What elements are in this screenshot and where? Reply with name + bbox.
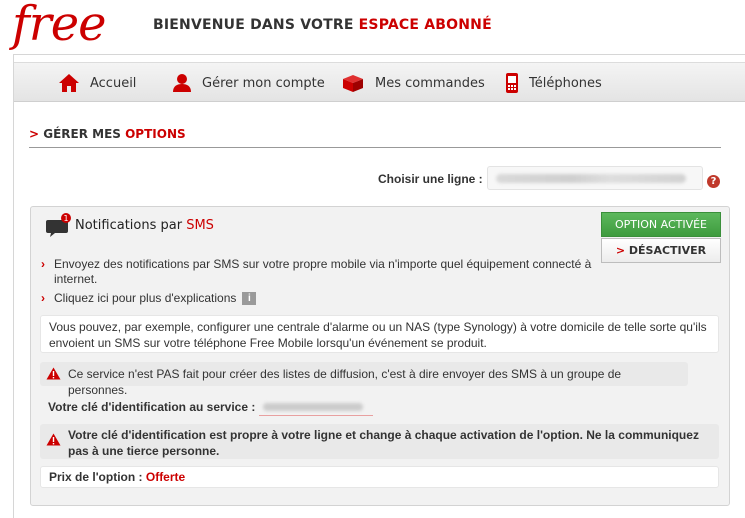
warning-icon [46,367,61,380]
title-divider [29,147,721,148]
home-icon [59,74,79,92]
phone-icon [506,73,518,93]
bullet-description: Envoyez des notifications par SMS sur vo… [54,257,592,286]
deactivate-arrow: > [615,244,626,257]
line-select[interactable] [487,166,703,190]
warning-key-private: Votre clé d'identification est propre à … [40,424,719,459]
option-active-status: OPTION ACTIVÉE [601,212,721,237]
price-box: Prix de l'option : Offerte [40,466,719,488]
deactivate-label: DÉSACTIVER [625,244,707,257]
user-icon [173,74,191,92]
sms-badge-count: 1 [63,214,68,223]
welcome-accent: ESPACE ABONNÉ [358,17,492,33]
bullet-chevron-icon: › [41,257,45,271]
warning-broadcast: Ce service n'est PAS fait pour créer des… [40,362,688,397]
explanations-link[interactable]: Cliquez ici pour plus d'explications i [54,291,314,306]
free-logo[interactable]: free [12,0,107,54]
option-title: Notifications par SMS [75,218,214,233]
example-text: Vous pouvez, par exemple, configurer une… [49,320,707,350]
nav-label-commandes: Mes commandes [375,75,485,91]
title-prefix: GÉRER MES [39,127,126,141]
help-icon[interactable]: ? [707,175,720,188]
service-key-value [259,399,373,416]
line-select-label: Choisir une ligne : [378,172,483,186]
nav-item-commandes[interactable]: Mes commandes [341,63,485,103]
option-title-prefix: Notifications par [75,218,187,233]
nav-label-gerer-compte: Gérer mon compte [202,75,325,91]
main-nav: Accueil Gérer mon compte Mes commandes T… [14,62,745,102]
page-title: > GÉRER MES OPTIONS [29,127,186,141]
nav-label-accueil: Accueil [90,75,137,91]
sms-notification-icon: 1 [46,213,71,237]
deactivate-button[interactable]: > DÉSACTIVER [601,238,721,263]
warning-icon [46,433,61,446]
box-icon [343,75,363,92]
line-select-value [496,174,686,183]
site-header: free BIENVENUE DANS VOTRE ESPACE ABONNÉ [0,0,745,54]
nav-item-gerer-compte[interactable]: Gérer mon compte [172,63,325,103]
title-accent: OPTIONS [125,127,186,141]
service-key-label: Votre clé d'identification au service : [48,400,256,414]
info-icon[interactable]: i [242,292,257,306]
bullet-chevron-icon: › [41,291,45,305]
price-label: Prix de l'option : [49,470,146,484]
explanations-link-text: Cliquez ici pour plus d'explications [54,291,237,305]
option-title-accent: SMS [186,218,214,233]
nav-item-accueil[interactable]: Accueil [58,63,136,103]
welcome-title: BIENVENUE DANS VOTRE ESPACE ABONNÉ [153,17,492,33]
warning-key-private-text: Votre clé d'identification est propre à … [68,428,699,458]
title-arrow: > [29,127,40,141]
nav-item-telephones[interactable]: Téléphones [505,63,602,103]
price-value: Offerte [145,470,186,484]
nav-label-telephones: Téléphones [529,75,602,91]
example-info-box: Vous pouvez, par exemple, configurer une… [40,315,719,353]
service-key-masked [263,403,363,411]
welcome-prefix: BIENVENUE DANS VOTRE [153,17,359,33]
